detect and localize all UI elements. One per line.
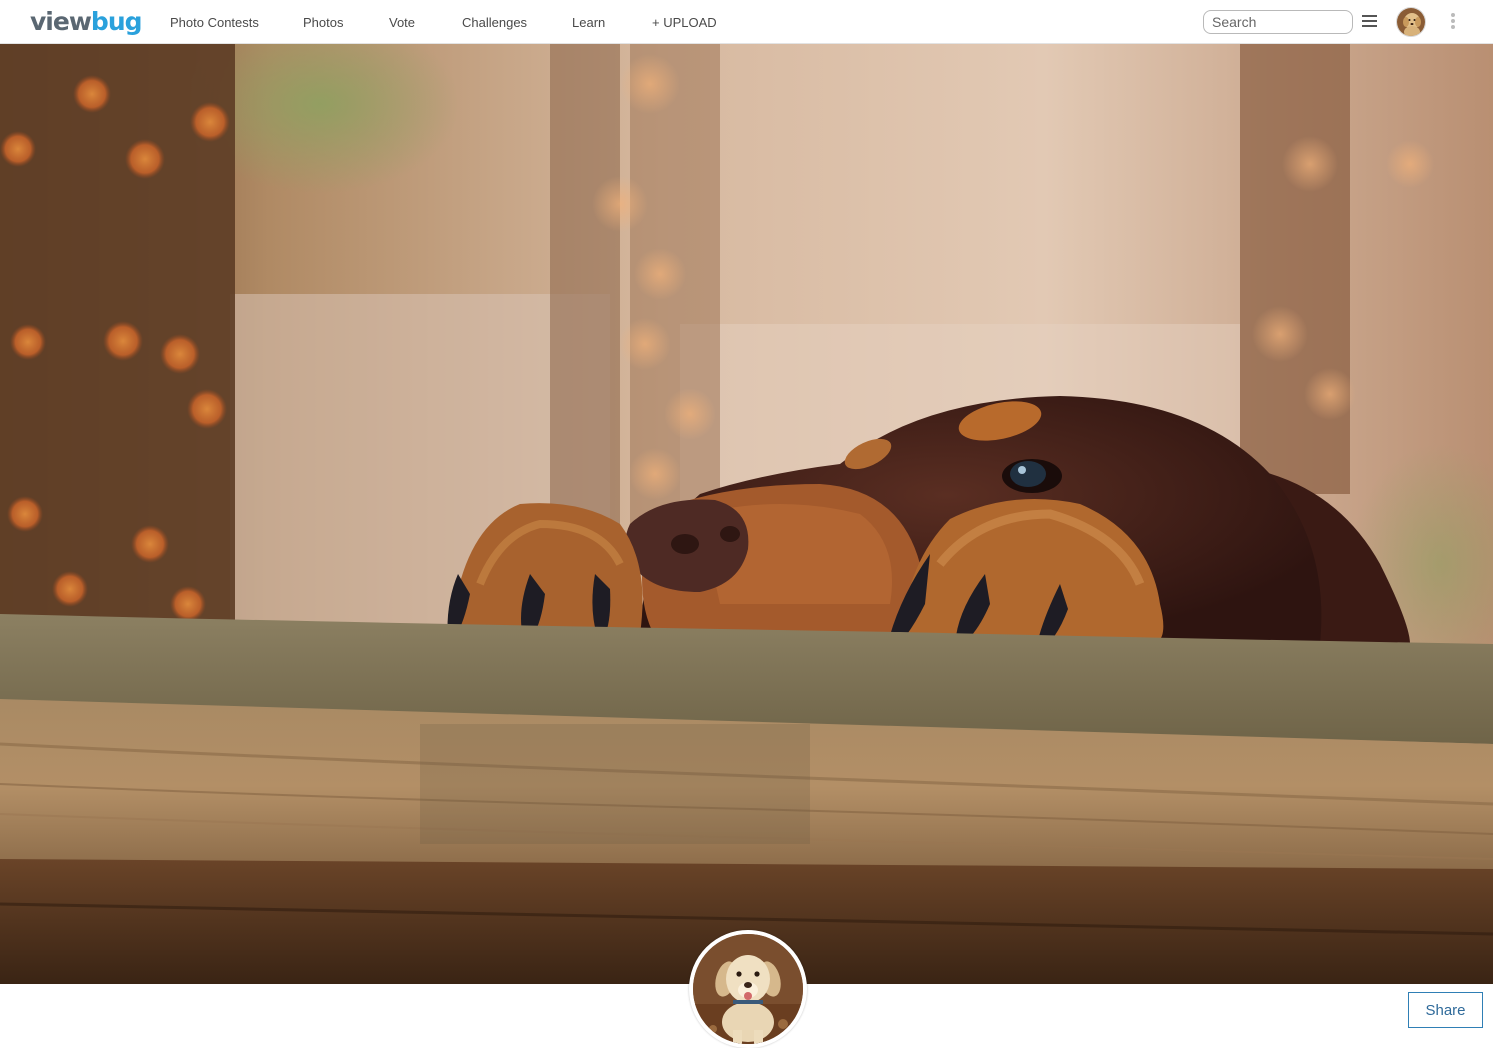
nav-photos[interactable]: Photos (303, 15, 343, 31)
logo-text-bug: bug (90, 7, 143, 36)
nav-photo-contests[interactable]: Photo Contests (170, 15, 259, 31)
nav-upload-link[interactable]: + UPLOAD (652, 15, 717, 31)
search-input[interactable] (1203, 10, 1353, 34)
viewbug-logo[interactable]: viewbug (30, 6, 143, 38)
hamburger-menu-icon[interactable] (1362, 15, 1377, 28)
puppy-profile-photo (693, 934, 803, 1044)
cover-photo (0, 44, 1493, 984)
vertical-ellipsis-icon[interactable] (1450, 13, 1456, 31)
avatar-dog-image (1397, 8, 1425, 36)
profile-avatar[interactable] (689, 930, 807, 1048)
nav-learn[interactable]: Learn (572, 15, 605, 31)
logo-text-view: view (30, 7, 92, 36)
nav-vote[interactable]: Vote (389, 15, 415, 31)
top-navbar: viewbug Photo Contests Photos Vote Chall… (0, 0, 1493, 44)
dog-peeking-over-fence-image (0, 44, 1493, 984)
user-avatar[interactable] (1396, 7, 1426, 37)
nav-challenges[interactable]: Challenges (462, 15, 527, 31)
share-button[interactable]: Share (1408, 992, 1483, 1028)
